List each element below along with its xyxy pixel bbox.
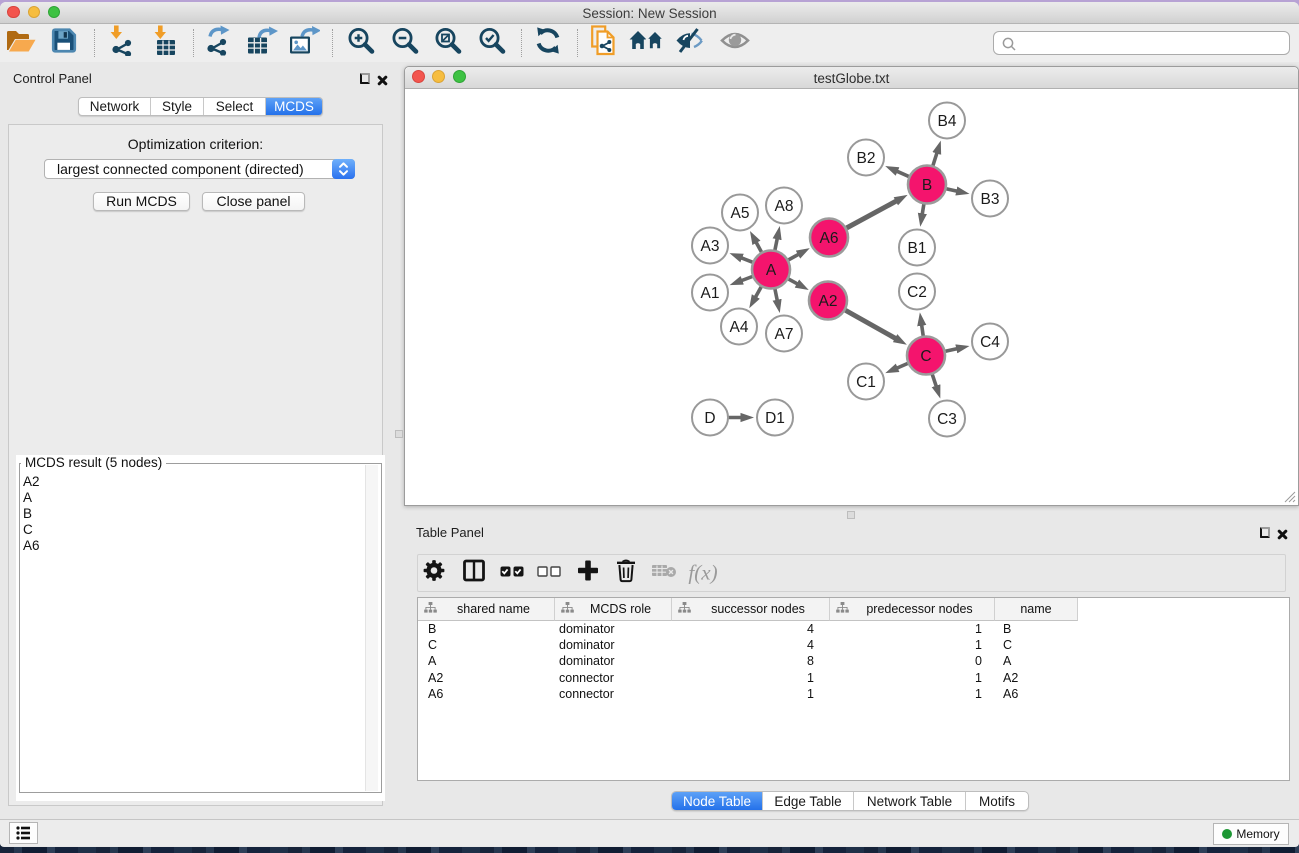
svg-text:A2: A2 bbox=[819, 293, 838, 310]
svg-text:A1: A1 bbox=[701, 285, 720, 302]
svg-text:B2: B2 bbox=[857, 150, 876, 167]
svg-text:A: A bbox=[766, 262, 777, 279]
svg-text:B4: B4 bbox=[938, 113, 957, 130]
svg-text:A8: A8 bbox=[775, 198, 794, 215]
svg-text:B: B bbox=[922, 177, 932, 194]
svg-text:A4: A4 bbox=[730, 319, 749, 336]
svg-text:C1: C1 bbox=[856, 374, 876, 391]
svg-text:C4: C4 bbox=[980, 334, 1000, 351]
svg-text:C: C bbox=[920, 348, 931, 365]
svg-text:A3: A3 bbox=[701, 238, 720, 255]
svg-text:B3: B3 bbox=[981, 191, 1000, 208]
svg-text:B1: B1 bbox=[908, 240, 927, 257]
svg-text:D: D bbox=[704, 410, 715, 427]
svg-text:A7: A7 bbox=[775, 326, 794, 343]
svg-text:A5: A5 bbox=[731, 205, 750, 222]
svg-text:C2: C2 bbox=[907, 284, 927, 301]
svg-text:D1: D1 bbox=[765, 410, 785, 427]
svg-text:A6: A6 bbox=[820, 230, 839, 247]
svg-text:C3: C3 bbox=[937, 411, 957, 428]
